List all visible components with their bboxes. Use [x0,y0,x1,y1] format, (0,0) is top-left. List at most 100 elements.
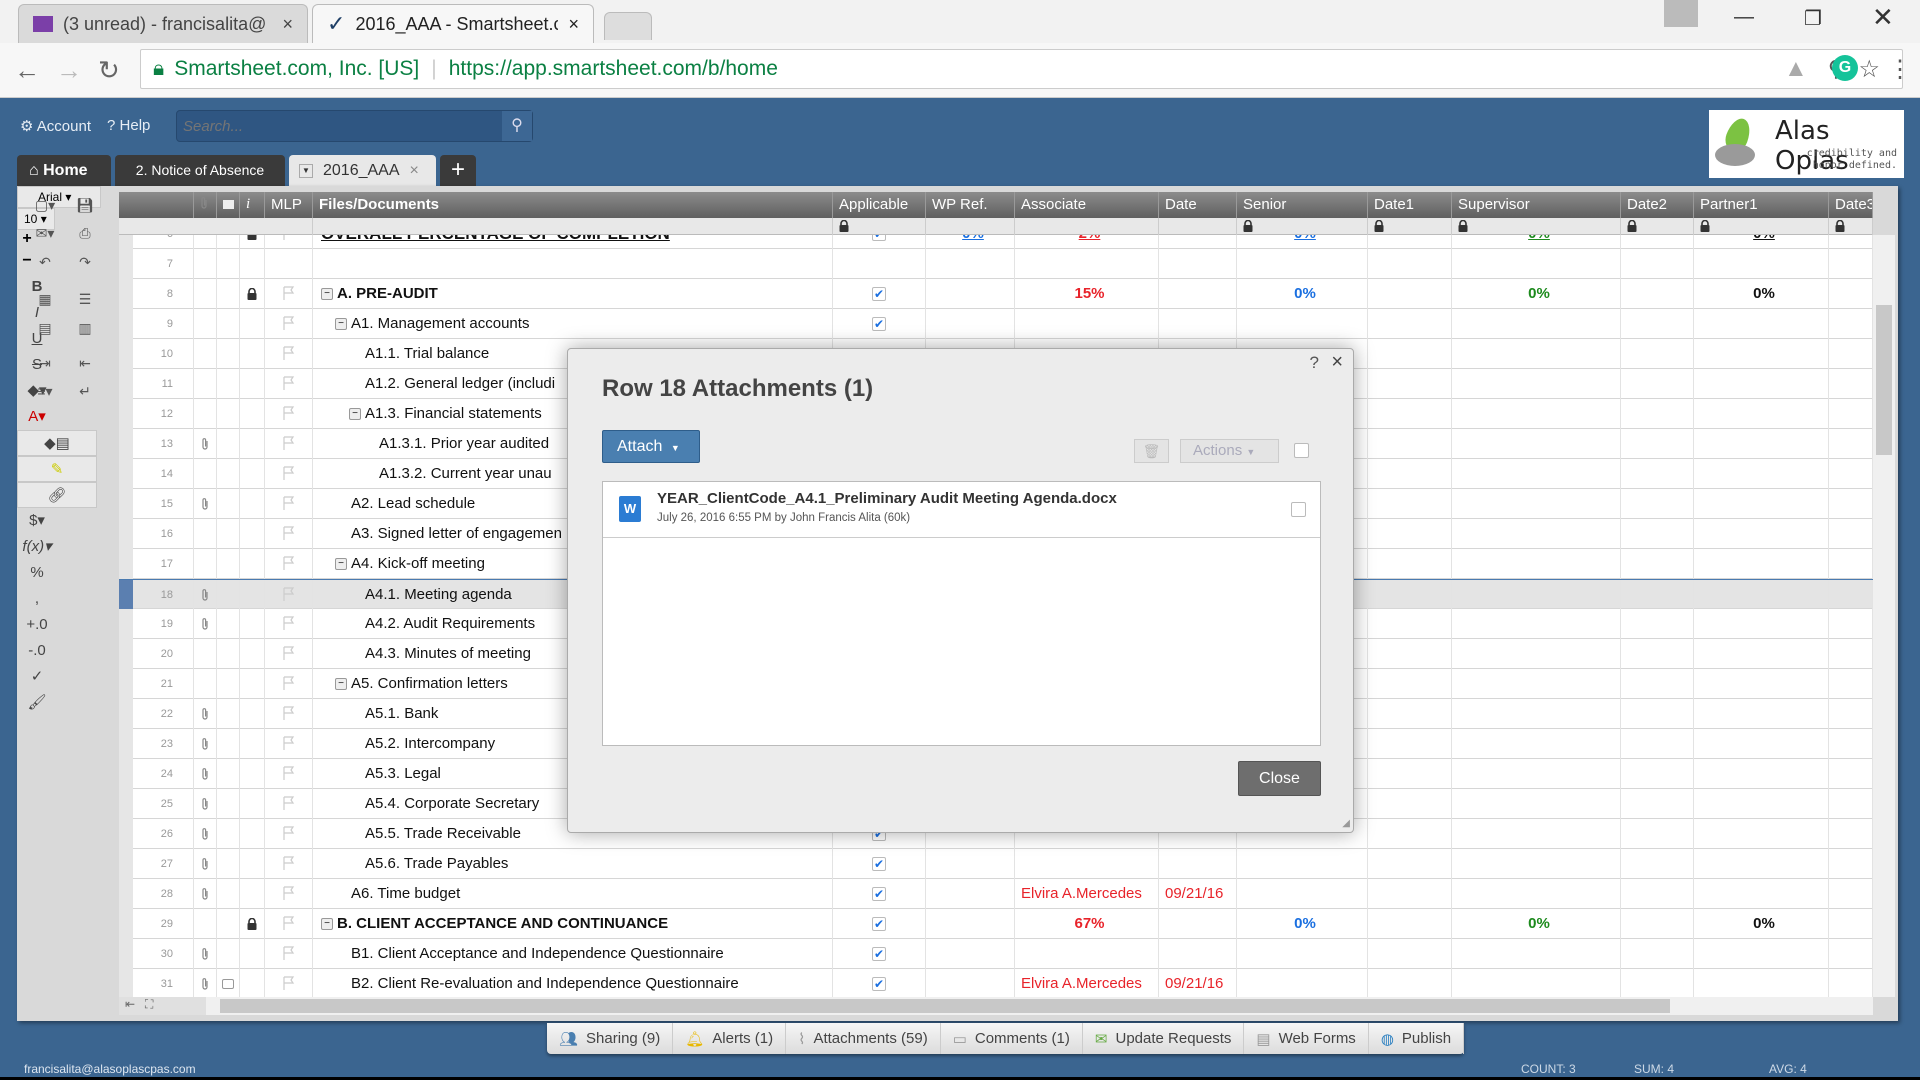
flag-icon[interactable] [282,669,295,690]
flag-icon[interactable] [282,279,295,300]
attachment-checkbox[interactable] [1291,502,1306,517]
files-cell[interactable]: B1. Client Acceptance and Independence Q… [313,939,833,969]
minimize-button[interactable]: — [1734,6,1754,29]
flag-icon[interactable] [282,849,295,870]
collapse-toggle-icon[interactable]: − [335,678,347,691]
close-tab-icon[interactable]: × [568,14,579,35]
bottom-tab-attachments[interactable]: ⌇ Attachments (59) [786,1023,941,1054]
column-header-date3[interactable]: Date3 [1829,192,1873,218]
flag-icon[interactable] [282,729,295,750]
percent-format-button[interactable]: % [17,560,57,586]
dialog-close-icon[interactable]: × [1331,351,1343,374]
column-header-supervisor[interactable]: Supervisor [1452,192,1621,218]
table-row[interactable]: 7 [119,249,1873,279]
format-painter-button[interactable]: 🖌︎ [17,690,57,716]
search-input[interactable] [177,111,492,141]
flag-icon[interactable] [282,969,295,990]
dialog-help-button[interactable]: ? [1310,353,1319,373]
close-window-button[interactable]: ✕ [1872,2,1894,33]
grid-footer-controls[interactable]: ⇤ ⛶ [119,997,206,1015]
paperclip-icon[interactable] [201,849,209,871]
applicable-checkbox[interactable]: ✔ [872,235,886,242]
paperclip-icon[interactable] [201,819,209,841]
new-sheet-button[interactable]: ▢▾ [25,194,65,220]
bottom-tab-publish[interactable]: ◍ Publish [1369,1023,1465,1054]
column-header-files-documents[interactable]: Files/Documents [313,192,833,218]
flag-icon[interactable] [282,609,295,630]
table-row[interactable]: 9 − A1. Management accounts ✔ [119,309,1873,339]
scroll-thumb[interactable] [1876,305,1892,455]
flag-icon[interactable] [282,235,295,240]
files-cell[interactable]: A5.6. Trade Payables [313,849,833,879]
collapse-toggle-icon[interactable]: − [321,918,333,931]
applicable-checkbox[interactable]: ✔ [872,887,886,902]
new-tab-button[interactable] [604,12,652,40]
bottom-tab-comments[interactable]: ▭ Comments (1) [941,1023,1083,1054]
vertical-scrollbar[interactable] [1873,235,1895,997]
files-cell[interactable]: − A. PRE-AUDIT [313,279,833,309]
paperclip-icon[interactable] [201,789,209,811]
flag-icon[interactable] [282,699,295,720]
delete-button[interactable]: 🗑︎ [1134,439,1169,463]
column-header-date1[interactable]: Date1 [1368,192,1452,218]
collapse-toggle-icon[interactable]: − [335,558,347,571]
bottom-tab-sharing[interactable]: 👥︎ Sharing (9) [547,1023,674,1054]
flag-icon[interactable] [282,369,295,390]
forward-button[interactable]: → [56,55,82,86]
flag-icon[interactable] [282,580,295,601]
header-att-column[interactable] [194,192,217,218]
paperclip-icon[interactable] [201,969,209,991]
table-row[interactable]: 29 − B. CLIENT ACCEPTANCE AND CONTINUANCE ✔… [119,909,1873,939]
grid-view-button[interactable]: ▦ [25,288,65,314]
files-cell[interactable]: B2. Client Re-evaluation and Independenc… [313,969,833,997]
column-header-mlp[interactable]: MLP [265,192,313,218]
extension-icon[interactable]: ▲ [1784,55,1808,83]
currency-format-button[interactable]: $▾ [17,508,57,534]
attach-button[interactable]: Attach ▼ [602,430,700,463]
close-tab-icon[interactable]: × [282,14,293,35]
flag-icon[interactable] [282,339,295,360]
flag-icon[interactable] [282,459,295,480]
paperclip-icon[interactable] [201,879,209,901]
chrome-menu-icon[interactable]: ⋮ [1888,55,1912,84]
url-field[interactable]: 🔒︎ Smartsheet.com, Inc. [US] | https://a… [140,49,1903,89]
flag-icon[interactable] [282,399,295,420]
paperclip-icon[interactable] [201,759,209,781]
indent-button[interactable]: ⇥ [25,352,65,378]
applicable-checkbox[interactable]: ✔ [872,317,886,332]
resize-handle[interactable]: ◢ [1342,818,1350,829]
paperclip-icon[interactable] [201,729,209,751]
applicable-checkbox[interactable]: ✔ [872,857,886,872]
redo-button[interactable]: ↷ [65,251,105,277]
reload-button[interactable]: ↻ [98,55,120,86]
grammarly-icon[interactable]: G [1832,55,1858,81]
conditional-format-button[interactable]: ◆▤ [17,430,97,456]
horizontal-scrollbar[interactable] [206,997,1873,1015]
close-button[interactable]: Close [1238,761,1321,796]
column-header-associate[interactable]: Associate [1015,192,1159,218]
bottom-tab-update-requests[interactable]: ✉ Update Requests [1083,1023,1245,1054]
outdent-button[interactable]: ⇤ [65,352,105,378]
flag-icon[interactable] [282,909,295,930]
bottom-tab-web-forms[interactable]: ▤ Web Forms [1244,1023,1369,1054]
hyperlink-button[interactable]: 🔗︎ [17,482,97,508]
header-num-column[interactable] [119,192,194,218]
table-row[interactable]: 31 B2. Client Re-evaluation and Independe… [119,969,1873,997]
flag-icon[interactable] [282,429,295,450]
header-cmt-column[interactable] [217,192,240,218]
account-menu[interactable]: ⚙ Account [20,117,91,135]
table-row[interactable]: 28 A6. Time budget ✔ Elvira A.Mercedes 09/21… [119,879,1873,909]
tab-dropdown-icon[interactable]: ▼ [299,163,313,178]
bottom-tab-alerts[interactable]: 🔔︎ Alerts (1) [673,1023,787,1054]
decimal-increase-button[interactable]: +.0 [17,612,57,638]
collapse-toggle-icon[interactable]: − [349,408,361,421]
card-view-button[interactable]: ▥ [65,317,105,343]
text-color-button[interactable]: A▾ [17,404,57,430]
paperclip-icon[interactable] [201,429,209,451]
highlight-changes-button[interactable]: ✎ [17,456,97,482]
add-tab-button[interactable]: + [440,155,476,186]
paperclip-icon[interactable] [201,939,209,961]
flag-icon[interactable] [282,819,295,840]
column-header-date2[interactable]: Date2 [1621,192,1694,218]
collapse-toggle-icon[interactable]: − [321,288,333,301]
